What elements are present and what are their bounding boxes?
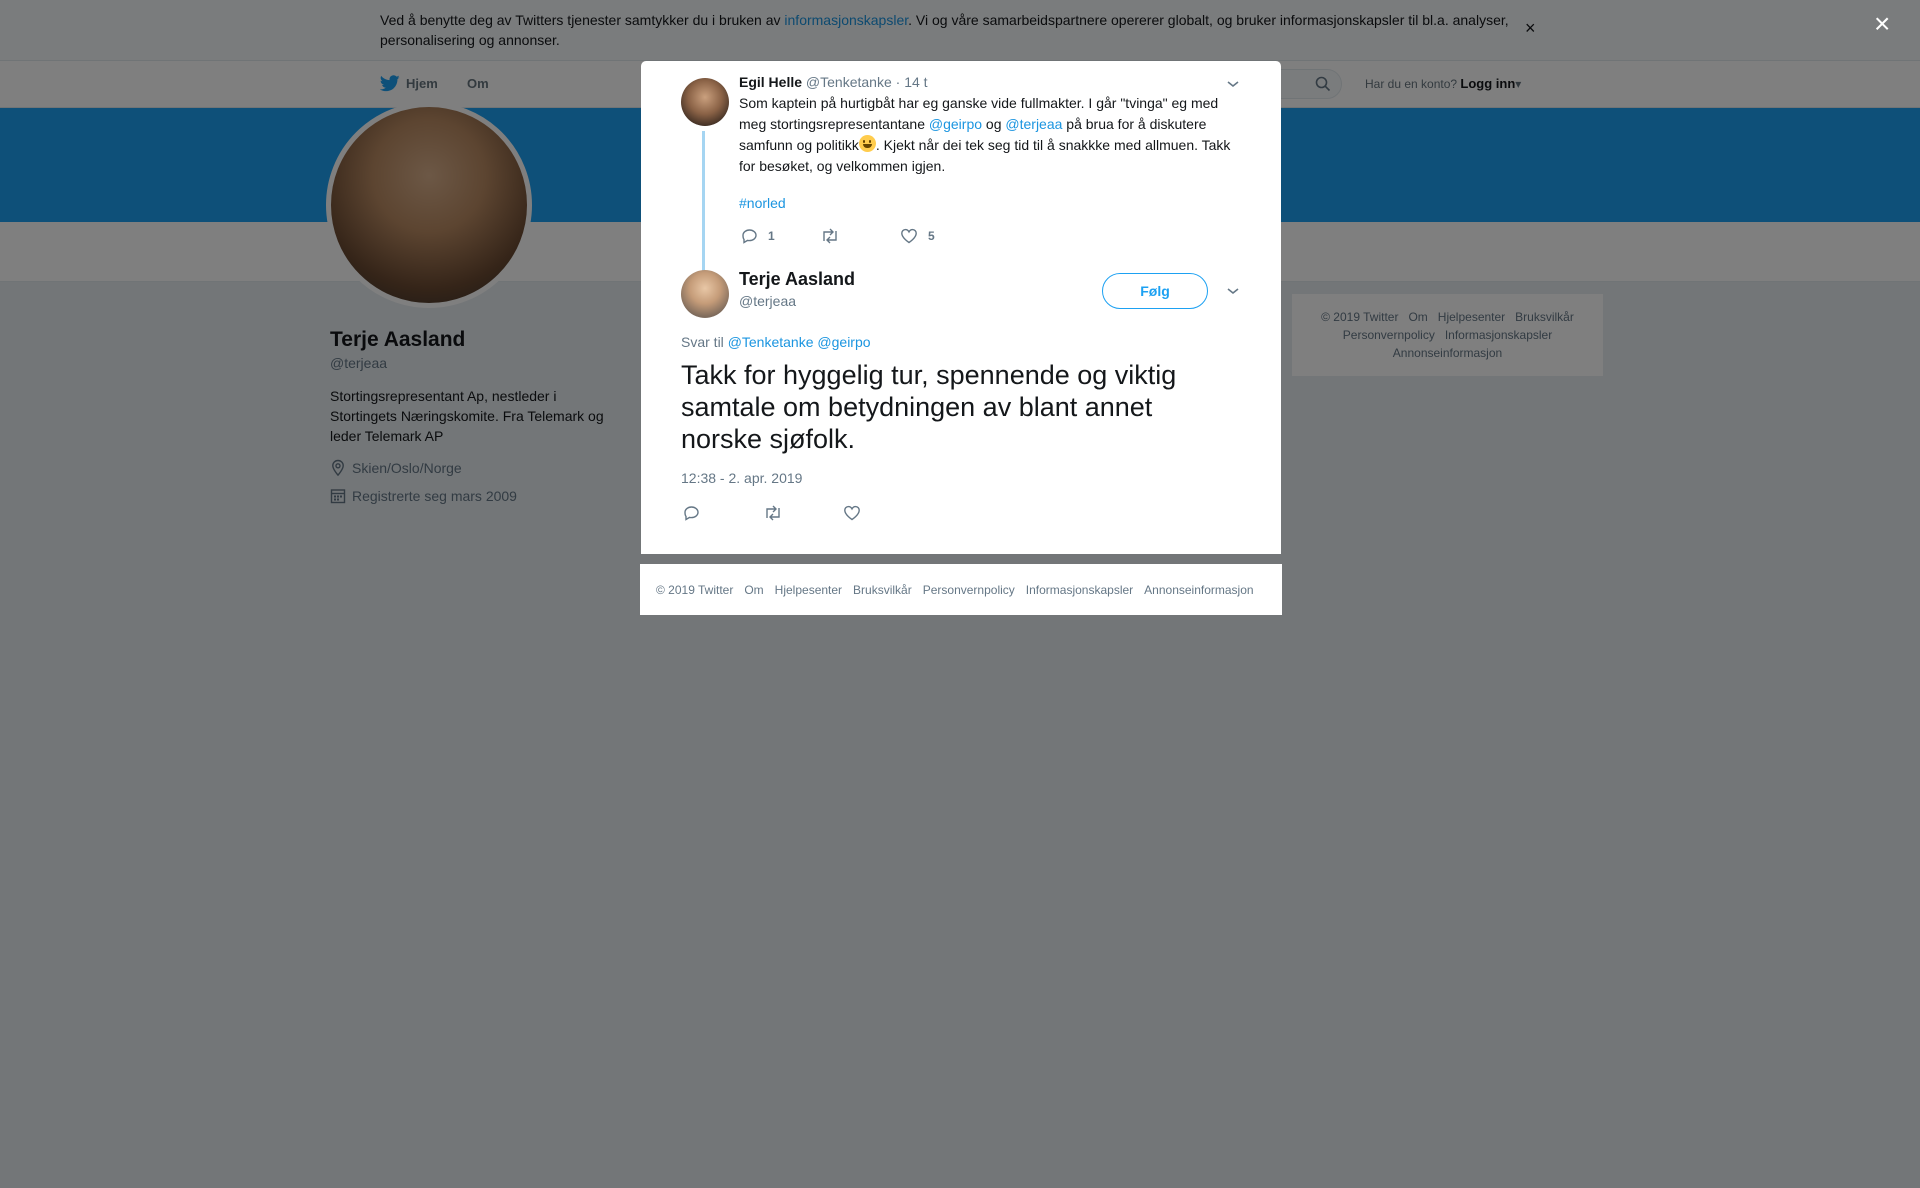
- heart-icon: [901, 228, 917, 244]
- mention-link[interactable]: @terjeaa: [1005, 116, 1062, 132]
- avatar[interactable]: [681, 270, 729, 318]
- footer-about-link[interactable]: Om: [744, 583, 763, 597]
- retweet-button[interactable]: [820, 228, 900, 244]
- parent-tweet-author-name[interactable]: Egil Helle: [739, 74, 802, 90]
- retweet-button[interactable]: [763, 505, 843, 521]
- reply-button[interactable]: 1: [741, 228, 820, 244]
- reply-count: 1: [768, 229, 775, 243]
- chevron-down-icon[interactable]: [1226, 286, 1240, 296]
- tweet-modal: Egil Helle @Tenketanke · 14 t Som kaptei…: [641, 61, 1281, 554]
- mention-link[interactable]: @geirpo: [817, 334, 870, 350]
- chevron-down-icon[interactable]: [1226, 79, 1240, 89]
- parent-tweet-author-handle[interactable]: @Tenketanke: [806, 74, 892, 90]
- hashtag-link[interactable]: #norled: [739, 195, 786, 211]
- footer-cookies-link[interactable]: Informasjonskapsler: [1026, 583, 1133, 597]
- reply-to-prefix: Svar til: [681, 334, 724, 350]
- footer-copyright: © 2019 Twitter: [656, 582, 734, 597]
- smiley-emoji-icon: [858, 135, 876, 152]
- tweet-author-handle[interactable]: @terjeaa: [739, 293, 796, 309]
- parent-tweet-text: Som kaptein på hurtigbåt har eg ganske v…: [739, 93, 1239, 177]
- footer-help-link[interactable]: Hjelpesenter: [775, 583, 842, 597]
- footer-privacy-link[interactable]: Personvernpolicy: [923, 583, 1015, 597]
- like-button[interactable]: 5: [900, 228, 935, 244]
- tweet-text: Takk for hyggelig tur, spennende og vikt…: [681, 360, 1177, 454]
- tweet-author-name[interactable]: Terje Aasland: [739, 269, 855, 290]
- heart-icon: [844, 505, 860, 521]
- tweet-actions: [683, 505, 871, 521]
- retweet-icon: [766, 505, 780, 521]
- avatar[interactable]: [681, 78, 729, 126]
- tweet-timestamp[interactable]: 12:38 - 2. apr. 2019: [681, 470, 802, 486]
- parent-tweet-header: Egil Helle @Tenketanke · 14 t: [739, 74, 928, 90]
- parent-tweet-time[interactable]: · 14 t: [896, 74, 928, 90]
- parent-tweet-actions: 1 5: [741, 228, 935, 244]
- follow-button[interactable]: Følg: [1102, 273, 1208, 309]
- modal-footer: © 2019 Twitter Om Hjelpesenter Bruksvilk…: [640, 564, 1282, 615]
- mention-link[interactable]: @Tenketanke: [728, 334, 814, 350]
- reply-icon: [742, 229, 757, 244]
- reply-button[interactable]: [683, 505, 763, 521]
- parent-text-part-2: og: [982, 116, 1006, 132]
- like-button[interactable]: [843, 505, 871, 521]
- like-count: 5: [928, 229, 935, 243]
- footer-ads-info-link[interactable]: Annonseinformasjon: [1144, 583, 1253, 597]
- thread-connector-line: [702, 131, 705, 273]
- close-icon[interactable]: ×: [1874, 10, 1890, 38]
- footer-terms-link[interactable]: Bruksvilkår: [853, 583, 912, 597]
- retweet-icon: [823, 228, 837, 244]
- reply-icon: [684, 506, 699, 521]
- mention-link[interactable]: @geirpo: [929, 116, 982, 132]
- reply-to-line: Svar til @Tenketanke @geirpo: [681, 334, 871, 350]
